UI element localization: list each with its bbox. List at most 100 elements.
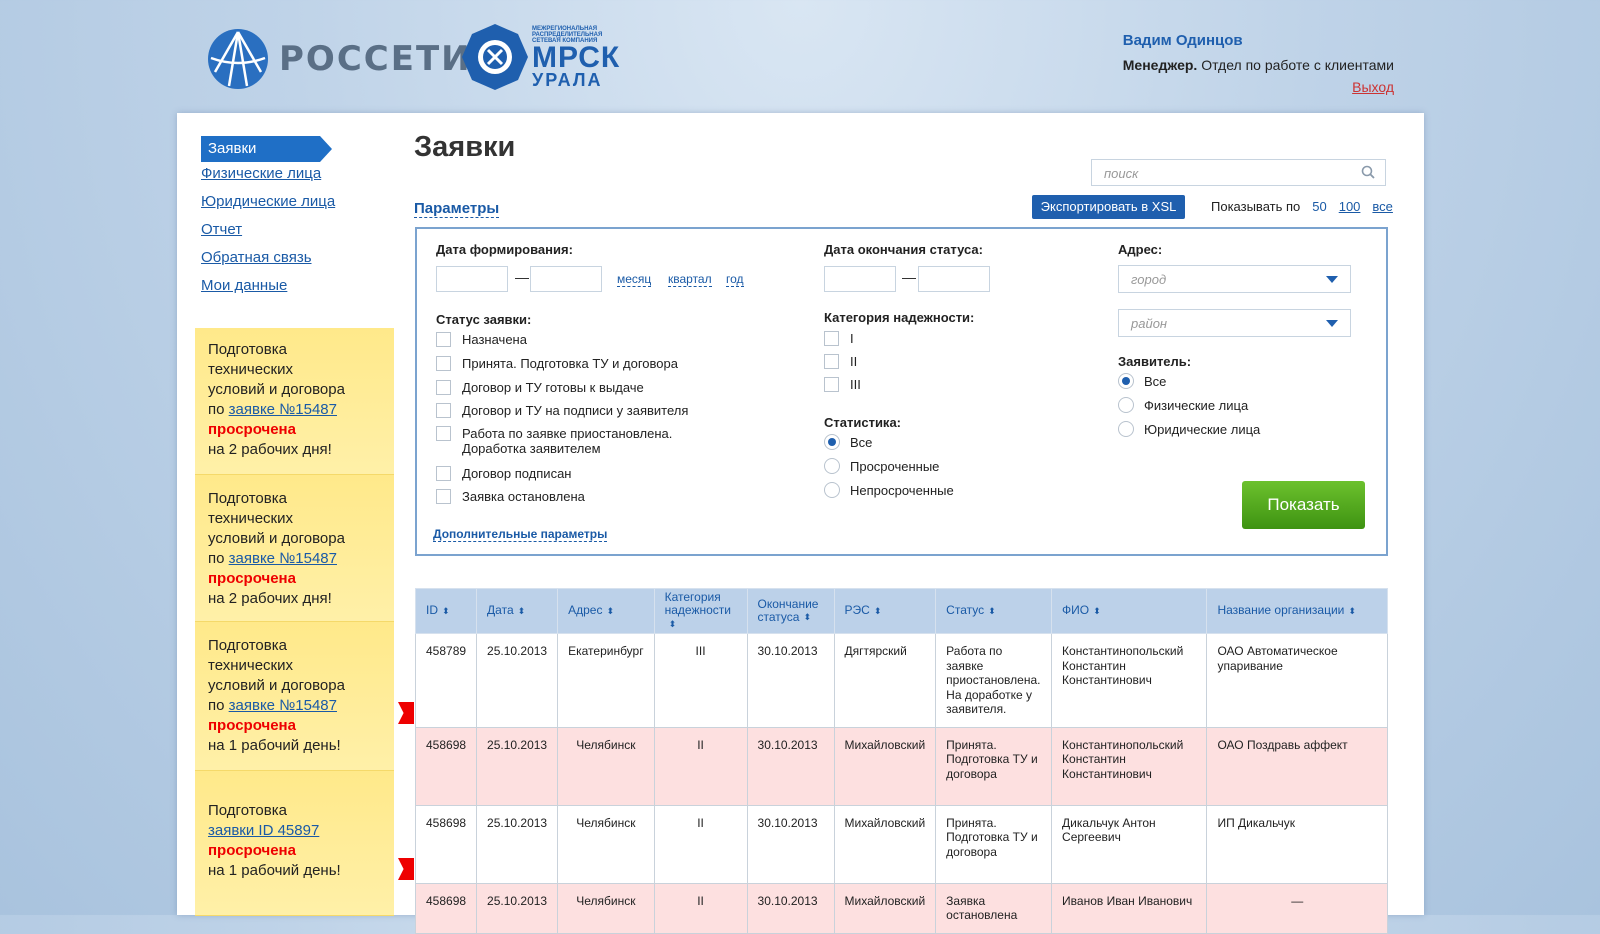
sort-icon[interactable]: ⬍	[1348, 605, 1356, 618]
mrsk-logo[interactable]: МЕЖРЕГИОНАЛЬНАЯ РАСПРЕДЕЛИТЕЛЬНАЯ СЕТЕВА…	[460, 22, 620, 92]
radio-selected[interactable]	[1118, 373, 1134, 389]
show-button[interactable]: Показать	[1242, 481, 1365, 529]
overdue-label: просрочена	[208, 421, 296, 438]
applicant-radio[interactable]: Юридические лица	[1118, 421, 1260, 437]
sort-icon[interactable]: ⬍	[442, 605, 450, 618]
column-header-address[interactable]: Адрес ⬍	[557, 588, 655, 634]
checkbox[interactable]	[436, 403, 451, 418]
period-year[interactable]: год	[726, 272, 744, 287]
sort-icon[interactable]: ⬍	[518, 605, 526, 618]
overdue-label: просрочена	[208, 570, 296, 587]
radio-selected[interactable]	[824, 434, 840, 450]
nav-item-label[interactable]: Отчет	[201, 221, 242, 238]
checkbox[interactable]	[436, 466, 451, 481]
nav-item-label[interactable]: Обратная связь	[201, 249, 312, 266]
column-header-id[interactable]: ID ⬍	[414, 588, 478, 634]
status-checkbox[interactable]: Договор подписан	[436, 466, 571, 481]
note-text: по	[208, 550, 229, 567]
sort-icon[interactable]: ⬍	[606, 605, 614, 618]
radio[interactable]	[824, 482, 840, 498]
nav-item-my-data[interactable]: Мои данные	[201, 276, 335, 304]
stats-radio[interactable]: Все	[824, 434, 872, 450]
date-to-input[interactable]	[530, 266, 602, 292]
sort-icon[interactable]: ⬍	[803, 611, 811, 624]
radio[interactable]	[1118, 421, 1134, 437]
column-header-res[interactable]: РЭС ⬍	[833, 588, 937, 634]
sidebar-nav: Заявки Физические лица Юридические лица …	[201, 136, 335, 304]
checkbox[interactable]	[824, 331, 839, 346]
stats-radio[interactable]: Просроченные	[824, 458, 939, 474]
nav-item-label[interactable]: Юридические лица	[201, 193, 335, 210]
date-from-input[interactable]	[436, 266, 508, 292]
parameters-toggle[interactable]: Параметры	[414, 200, 500, 218]
page-size-100[interactable]: 100	[1339, 199, 1361, 214]
period-quarter[interactable]: квартал	[668, 272, 712, 287]
search-icon[interactable]	[1361, 165, 1375, 179]
sort-icon[interactable]: ⬍	[669, 618, 677, 631]
checkbox[interactable]	[436, 332, 451, 347]
nav-item-applications[interactable]: Заявки	[201, 136, 332, 162]
stats-radio[interactable]: Непросроченные	[824, 482, 954, 498]
application-link[interactable]: заявке №15487	[229, 697, 337, 714]
page-size-all[interactable]: все	[1372, 199, 1393, 214]
status-checkbox[interactable]: Заявка остановлена	[436, 489, 585, 504]
nav-item-legal-entities[interactable]: Юридические лица	[201, 192, 335, 220]
column-header-label: Категория надежности	[664, 590, 731, 618]
nav-item-label[interactable]: Мои данные	[201, 277, 287, 294]
district-select[interactable]: район	[1118, 309, 1351, 337]
export-xsl-button[interactable]: Экспортировать в XSL	[1032, 195, 1185, 219]
date-range-dash: —	[902, 269, 916, 285]
radio[interactable]	[824, 458, 840, 474]
application-link[interactable]: заявки ID 45897	[208, 822, 319, 839]
rosseti-logo[interactable]: РОССЕТИ	[207, 28, 472, 90]
table-row[interactable]: 458698 25.10.2013 Челябинск II 30.10.201…	[414, 804, 1388, 884]
checkbox[interactable]	[436, 380, 451, 395]
column-header-status[interactable]: Статус ⬍	[935, 588, 1053, 634]
column-header-fio[interactable]: ФИО ⬍	[1051, 588, 1208, 634]
reliability-checkbox[interactable]: II	[824, 354, 857, 369]
checkbox[interactable]	[436, 426, 451, 441]
nav-item-feedback[interactable]: Обратная связь	[201, 248, 335, 276]
column-header-status-end[interactable]: Окончание статуса ⬍	[746, 588, 835, 634]
logout-link[interactable]: Выход	[1352, 79, 1394, 95]
page-size-50[interactable]: 50	[1312, 199, 1326, 214]
checkbox[interactable]	[824, 354, 839, 369]
column-header-date[interactable]: Дата ⬍	[476, 588, 559, 634]
nav-item-individuals[interactable]: Физические лица	[201, 164, 335, 192]
checkbox[interactable]	[824, 377, 839, 392]
status-end-from-input[interactable]	[824, 266, 896, 292]
search-input[interactable]: поиск	[1091, 159, 1386, 186]
period-month[interactable]: месяц	[617, 272, 652, 287]
table-row[interactable]: 458698 25.10.2013 Челябинск II 30.10.201…	[414, 726, 1388, 806]
mrsk-logo-region: УРАЛА	[532, 70, 603, 90]
sort-icon[interactable]: ⬍	[988, 605, 996, 618]
sort-icon[interactable]: ⬍	[1093, 605, 1101, 618]
sort-icon[interactable]: ⬍	[874, 605, 882, 618]
note-text: Подготовка	[208, 637, 287, 654]
reliability-checkbox[interactable]: I	[824, 331, 854, 346]
status-checkbox[interactable]: Договор и ТУ готовы к выдаче	[436, 380, 644, 395]
status-checkbox[interactable]: Договор и ТУ на подписи у заявителя	[436, 403, 688, 418]
column-header-organization[interactable]: Название организации ⬍	[1206, 588, 1388, 634]
city-select[interactable]: город	[1118, 265, 1351, 293]
applicant-radio[interactable]: Все	[1118, 373, 1166, 389]
column-header-category[interactable]: Категория надежности⬍	[653, 588, 748, 634]
applicant-radio[interactable]: Физические лица	[1118, 397, 1248, 413]
table-row[interactable]: 458698 25.10.2013 Челябинск II 30.10.201…	[414, 882, 1388, 934]
status-checkbox[interactable]: Принята. Подготовка ТУ и договора	[436, 356, 678, 371]
status-end-to-input[interactable]	[918, 266, 990, 292]
radio[interactable]	[1118, 397, 1134, 413]
status-checkbox[interactable]: Работа по заявке приостановлена. Доработк…	[436, 426, 672, 456]
status-checkbox[interactable]: Назначена	[436, 332, 527, 347]
reliability-checkbox[interactable]: III	[824, 377, 861, 392]
checkbox[interactable]	[436, 489, 451, 504]
more-parameters-link[interactable]: Дополнительные параметры	[433, 527, 608, 542]
nav-item-report[interactable]: Отчет	[201, 220, 335, 248]
application-link[interactable]: заявке №15487	[229, 401, 337, 418]
user-name[interactable]: Вадим Одинцов	[1123, 32, 1394, 49]
table-row[interactable]: 458789 25.10.2013 Екатеринбург III 30.10…	[414, 633, 1388, 728]
application-link[interactable]: заявке №15487	[229, 550, 337, 567]
note-text: на 1 рабочий день!	[208, 862, 341, 879]
nav-item-label[interactable]: Физические лица	[201, 165, 321, 182]
checkbox[interactable]	[436, 356, 451, 371]
